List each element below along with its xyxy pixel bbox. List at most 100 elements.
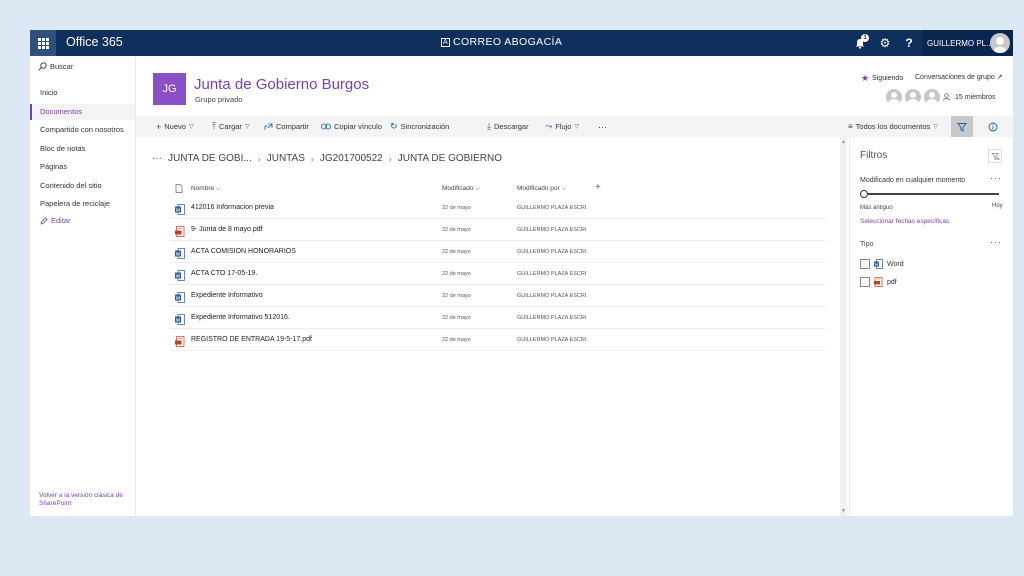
upload-button[interactable]: ⤒ Cargar ▽	[212, 116, 250, 137]
column-header-modified-by[interactable]: Modificado por ⌵	[517, 185, 566, 193]
modified-date-slider[interactable]	[860, 190, 999, 198]
table-row[interactable]: ACTA COMISION HONORARIOS 22 de mayo GUILLE…	[170, 241, 825, 263]
left-navigation: Buscar Inicio Documentos Compartido con …	[30, 56, 136, 516]
table-row[interactable]: Expediente Informativo 22 de mayo GUILLERM…	[170, 285, 825, 307]
pdf-file-icon	[175, 224, 185, 237]
info-button[interactable]	[982, 116, 1004, 137]
breadcrumb-item[interactable]: JG201700522	[320, 153, 383, 164]
clear-filter-icon	[990, 152, 1000, 160]
site-logo[interactable]: JG	[153, 73, 186, 105]
site-subtitle: Grupo privado	[195, 95, 243, 104]
modified-filter-more-button[interactable]: ···	[990, 173, 1002, 183]
following-button[interactable]: ★ Siguiendo	[861, 73, 903, 84]
suite-title[interactable]: Office 365	[66, 35, 123, 49]
nav-item-contenido-del-sitio[interactable]: Contenido del sitio	[30, 178, 135, 194]
chevron-down-icon: ⌵	[561, 185, 567, 192]
site-title[interactable]: Junta de Gobierno Burgos	[194, 76, 369, 93]
more-commands-button[interactable]: ···	[598, 116, 607, 137]
flow-button[interactable]: ⤳ Flujo ▽	[545, 116, 579, 137]
clear-filters-button[interactable]	[988, 149, 1002, 163]
breadcrumb-current: JUNTA DE GOBIERNO	[397, 153, 502, 164]
column-header-modified[interactable]: Modificado ⌵	[442, 185, 480, 193]
nav-item-papelera[interactable]: Papelera de reciclaje	[30, 196, 135, 212]
file-name[interactable]: 412016 Informacion previa	[191, 204, 274, 211]
word-file-icon	[175, 268, 185, 281]
notification-count: 1	[861, 34, 869, 42]
file-name[interactable]: ACTA CTO 17-05-19.	[191, 270, 257, 277]
scroll-up-icon[interactable]: ▲	[841, 139, 846, 145]
file-name[interactable]: ACTA COMISION HONORARIOS	[191, 248, 296, 255]
table-row[interactable]: 9- Junta de 8 mayo.pdf 22 de mayo GUILLERM…	[170, 219, 825, 241]
table-row[interactable]: Expediente Informativo 512016. 22 de mayo…	[170, 307, 825, 329]
group-conversations-link[interactable]: Conversaciones de grupo ↗	[915, 73, 1003, 81]
view-selector[interactable]: ≡ Todos los documentos ▽	[848, 116, 938, 137]
members-button[interactable]: 15 miembros	[886, 89, 995, 105]
chevron-down-icon: ⌵	[475, 185, 481, 192]
suite-bar: Office 365 A CORREO ABOGACÍA 1 ⚙ ? GUILL…	[30, 30, 1013, 56]
nav-item-paginas[interactable]: Páginas	[30, 159, 135, 175]
notifications-button[interactable]: 1	[848, 30, 872, 56]
chevron-right-icon: ›	[257, 153, 261, 164]
help-button[interactable]: ?	[897, 30, 921, 56]
copy-link-button[interactable]: Copiar vínculo	[321, 116, 382, 137]
file-modified-by: GUILLERMO PLAZA ESCRI	[517, 249, 587, 255]
breadcrumb-overflow[interactable]: ···	[152, 153, 162, 164]
following-label: Siguiendo	[872, 75, 904, 82]
filters-title: Filtros	[860, 150, 888, 161]
chevron-down-icon: ▽	[188, 124, 194, 130]
table-row[interactable]: REGISTRO DE ENTRADA 19-5-17.pdf 22 de may…	[170, 329, 825, 351]
gear-icon: ⚙	[879, 36, 891, 50]
file-modified-by: GUILLERMO PLAZA ESCRI	[517, 271, 587, 277]
new-label: Nuevo	[164, 122, 186, 131]
sync-label: Sincronización	[400, 122, 450, 131]
search-label: Buscar	[50, 62, 74, 71]
edit-nav-link[interactable]: Editar	[40, 216, 71, 225]
user-menu[interactable]: GUILLERMO PL...	[923, 30, 1013, 56]
word-file-icon	[175, 290, 185, 303]
nav-item-compartido[interactable]: Compartido con nosotros	[30, 122, 135, 138]
chevron-down-icon: ⌵	[215, 185, 221, 192]
documents-list: Nombre ⌵ Modificado ⌵ Modificado por ⌵ +…	[170, 182, 825, 351]
select-dates-link[interactable]: Seleccionar fechas específicas	[860, 218, 949, 225]
nav-item-bloc-de-notas[interactable]: Bloc de notas	[30, 141, 135, 157]
file-name[interactable]: Expediente Informativo 512016.	[191, 314, 290, 321]
user-name: GUILLERMO PL...	[927, 38, 993, 48]
file-modified: 22 de mayo	[442, 293, 471, 299]
avatar	[990, 33, 1010, 53]
share-button[interactable]: Compartir	[264, 116, 309, 137]
type-option-pdf[interactable]: pdf	[860, 277, 897, 287]
filter-pane-button[interactable]	[951, 116, 973, 137]
sync-button[interactable]: ↻ Sincronización	[390, 116, 449, 137]
nav-item-documentos[interactable]: Documentos	[30, 104, 135, 120]
file-name[interactable]: Expediente Informativo	[191, 292, 263, 299]
search-box[interactable]: Buscar	[38, 62, 73, 71]
download-button[interactable]: ⤓ Descargar	[487, 116, 529, 137]
file-modified: 22 de mayo	[442, 205, 471, 211]
table-row[interactable]: ACTA CTO 17-05-19. 22 de mayo GUILLERMO PL…	[170, 263, 825, 285]
column-header-name[interactable]: Nombre ⌵	[191, 185, 221, 193]
copy-link-label: Copiar vínculo	[334, 122, 382, 131]
add-column-button[interactable]: +	[595, 182, 601, 193]
classic-view-link[interactable]: Volver a la versión clásica de SharePoin…	[39, 492, 134, 508]
scroll-down-icon[interactable]: ▼	[841, 508, 846, 514]
file-name[interactable]: 9- Junta de 8 mayo.pdf	[191, 226, 263, 233]
link-icon	[321, 123, 331, 130]
type-filter-label: Tipo	[860, 241, 874, 248]
breadcrumb-item[interactable]: JUNTAS	[267, 153, 305, 164]
file-name[interactable]: REGISTRO DE ENTRADA 19-5-17.pdf	[191, 336, 312, 343]
breadcrumb-item[interactable]: JUNTA DE GOBI...	[168, 153, 252, 164]
slider-handle[interactable]	[860, 190, 868, 198]
table-row[interactable]: 412016 Informacion previa 22 de mayo GUILL…	[170, 197, 825, 219]
type-filter-more-button[interactable]: ···	[990, 237, 1002, 247]
type-option-word[interactable]: Word	[860, 259, 904, 269]
app-launcher-button[interactable]	[30, 30, 56, 56]
checkbox[interactable]	[860, 277, 870, 287]
checkbox[interactable]	[860, 259, 870, 269]
vertical-scrollbar[interactable]: ▲ ▼	[840, 137, 847, 516]
nav-item-inicio[interactable]: Inicio	[30, 85, 135, 101]
upload-icon: ⤒	[212, 121, 216, 131]
file-modified: 22 de mayo	[442, 271, 471, 277]
settings-button[interactable]: ⚙	[873, 30, 897, 56]
filters-pane: Filtros Modificado en cualquier momento …	[849, 137, 1013, 516]
new-button[interactable]: + Nuevo ▽	[156, 116, 194, 137]
